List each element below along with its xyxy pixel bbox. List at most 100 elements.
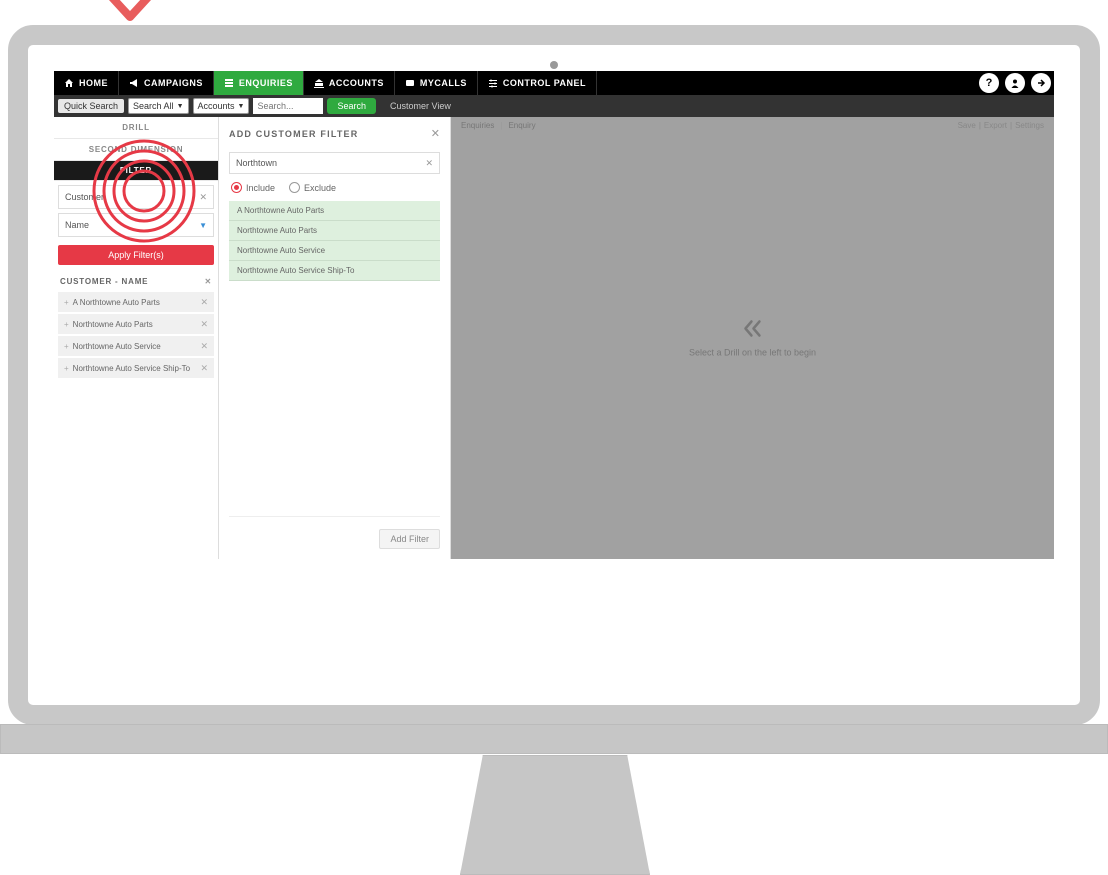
home-icon (64, 78, 74, 88)
radio-exclude[interactable]: Exclude (289, 182, 336, 193)
breadcrumb-item: Enquiry (508, 121, 535, 130)
radio-exclude-label: Exclude (304, 183, 336, 193)
save-link[interactable]: Save (958, 121, 976, 130)
settings-link[interactable]: Settings (1015, 121, 1044, 130)
radio-icon (231, 182, 242, 193)
quick-search-label: Quick Search (58, 99, 124, 113)
result-item[interactable]: Northtowne Auto Service Ship-To (229, 261, 440, 281)
search-input[interactable] (253, 98, 323, 114)
search-scope-value: Accounts (198, 101, 235, 111)
filter-search-input[interactable]: Northtown ✕ (229, 152, 440, 174)
action-separator: | (1010, 121, 1012, 130)
nav-enquiries[interactable]: ENQUIRIES (214, 71, 304, 95)
main-pane: Enquiries | Enquiry Save | Export | Sett… (451, 117, 1054, 559)
filter-section-title: CUSTOMER - NAME (60, 277, 148, 286)
panel-title: ADD CUSTOMER FILTER (229, 129, 358, 139)
search-scope-select[interactable]: Accounts ▼ (193, 98, 250, 114)
plus-icon: + (64, 342, 69, 351)
search-segment-select[interactable]: Search All ▼ (128, 98, 188, 114)
camera-dot (550, 61, 558, 69)
filter-item[interactable]: + Northtowne Auto Service ✕ (58, 336, 214, 356)
result-item[interactable]: A Northtowne Auto Parts (229, 201, 440, 221)
filter-search-value: Northtown (236, 158, 277, 168)
search-segment-value: Search All (133, 101, 174, 111)
tab-second-dimension[interactable]: SECOND DIMENSION (54, 139, 218, 161)
result-item[interactable]: Northtowne Auto Service (229, 241, 440, 261)
monitor-frame: YOUR LOGO HERE HOME CAMPAIGNS ENQUIRIES (8, 25, 1100, 725)
nav-home[interactable]: HOME (54, 71, 119, 95)
close-icon[interactable]: ✕ (431, 127, 440, 140)
filter-field-value: Name (65, 220, 89, 230)
help-button[interactable]: ? (979, 73, 999, 93)
user-button[interactable] (1005, 73, 1025, 93)
nav-campaigns-label: CAMPAIGNS (144, 78, 203, 88)
nav-accounts-label: ACCOUNTS (329, 78, 384, 88)
list-icon (224, 78, 234, 88)
filter-item-label: Northtowne Auto Service Ship-To (73, 364, 190, 373)
caret-down-icon: ▼ (238, 103, 245, 110)
close-icon[interactable]: ✕ (200, 297, 208, 308)
breadcrumb: Enquiries | Enquiry (461, 121, 536, 130)
page-actions: Save | Export | Settings (958, 121, 1044, 130)
radio-include-label: Include (246, 183, 275, 193)
filter-item-label: A Northtowne Auto Parts (73, 298, 160, 307)
nav-mycalls[interactable]: MYCALLS (395, 71, 478, 95)
arrow-right-icon (1036, 78, 1046, 88)
plus-icon: + (64, 320, 69, 329)
add-filter-button[interactable]: Add Filter (379, 529, 440, 549)
user-icon (1010, 78, 1020, 88)
plus-icon: + (64, 298, 69, 307)
search-bar: Quick Search Search All ▼ Accounts ▼ Sea… (54, 95, 1054, 117)
app-screen: HOME CAMPAIGNS ENQUIRIES ACCOUNTS MYCALL… (54, 71, 1054, 559)
search-button[interactable]: Search (327, 98, 376, 114)
result-list: A Northtowne Auto Parts Northtowne Auto … (229, 201, 440, 281)
filter-field-select[interactable]: Name ▼ (58, 213, 214, 237)
tab-filter[interactable]: FILTER (54, 161, 218, 181)
breadcrumb-item[interactable]: Enquiries (461, 121, 494, 130)
close-icon[interactable]: ✕ (199, 192, 207, 203)
result-item[interactable]: Northtowne Auto Parts (229, 221, 440, 241)
tab-drill[interactable]: DRILL (54, 117, 218, 139)
filter-scope-value: Customer (65, 192, 104, 202)
radio-include[interactable]: Include (231, 182, 275, 193)
monitor-base-bar (0, 724, 1108, 754)
megaphone-icon (129, 78, 139, 88)
caret-down-icon: ▼ (177, 103, 184, 110)
action-separator: | (979, 121, 981, 130)
add-filter-panel: ADD CUSTOMER FILTER ✕ Northtown ✕ Includ… (219, 117, 451, 559)
nav-home-label: HOME (79, 78, 108, 88)
filter-item[interactable]: + Northtowne Auto Service Ship-To ✕ (58, 358, 214, 378)
clear-icon[interactable]: ✕ (425, 158, 433, 169)
caret-down-icon: ▼ (199, 221, 207, 230)
filter-scope-select[interactable]: Customer ✕ (58, 185, 214, 209)
top-nav: HOME CAMPAIGNS ENQUIRIES ACCOUNTS MYCALL… (54, 71, 1054, 95)
left-pane: DRILL SECOND DIMENSION FILTER Customer ✕… (54, 117, 219, 559)
card-icon (405, 78, 415, 88)
customer-view-link[interactable]: Customer View (390, 101, 451, 111)
nav-control-panel[interactable]: CONTROL PANEL (478, 71, 597, 95)
filter-section-header: CUSTOMER - NAME ✕ (54, 269, 218, 290)
monitor-stand (460, 755, 650, 875)
radio-icon (289, 182, 300, 193)
apply-filter-button[interactable]: Apply Filter(s) (58, 245, 214, 265)
plus-icon: + (64, 364, 69, 373)
sliders-icon (488, 78, 498, 88)
nav-campaigns[interactable]: CAMPAIGNS (119, 71, 214, 95)
export-link[interactable]: Export (984, 121, 1007, 130)
nav-accounts[interactable]: ACCOUNTS (304, 71, 395, 95)
breadcrumb-separator: | (500, 121, 502, 130)
filter-item-label: Northtowne Auto Service (73, 342, 161, 351)
close-icon[interactable]: ✕ (200, 363, 208, 374)
bank-icon (314, 78, 324, 88)
nav-cp-label: CONTROL PANEL (503, 78, 586, 88)
filter-item[interactable]: + A Northtowne Auto Parts ✕ (58, 292, 214, 312)
filter-item[interactable]: + Northtowne Auto Parts ✕ (58, 314, 214, 334)
next-button[interactable] (1031, 73, 1051, 93)
empty-state-text: Select a Drill on the left to begin (689, 348, 816, 358)
nav-mycalls-label: MYCALLS (420, 78, 467, 88)
nav-enquiries-label: ENQUIRIES (239, 78, 293, 88)
close-icon[interactable]: ✕ (200, 319, 208, 330)
close-icon[interactable]: ✕ (204, 277, 212, 286)
filter-item-label: Northtowne Auto Parts (73, 320, 153, 329)
close-icon[interactable]: ✕ (200, 341, 208, 352)
